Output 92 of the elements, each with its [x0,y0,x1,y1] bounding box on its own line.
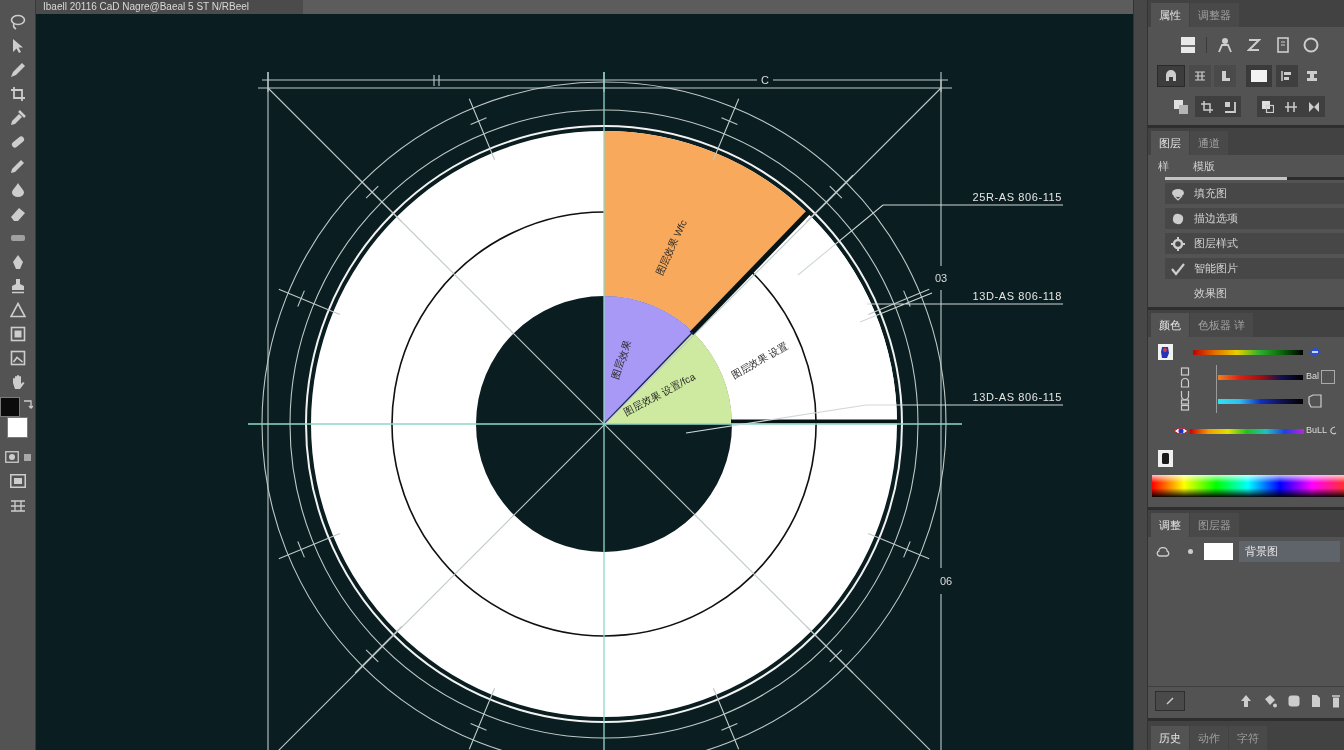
corner-icon[interactable] [1223,100,1236,113]
dot-icon[interactable] [1188,549,1193,554]
color-ramp[interactable] [1218,398,1303,404]
square-frame-icon[interactable] [9,326,26,342]
eye-icon[interactable] [1173,426,1189,436]
swatch-frame-icon[interactable] [1158,449,1173,467]
dimension-label: C [761,74,769,86]
zigzag-icon[interactable] [1247,38,1261,52]
square-icon[interactable] [23,453,31,461]
mode-label: 模版 [1193,158,1215,174]
color-ramp[interactable] [1190,428,1304,434]
drop-icon[interactable] [9,182,26,198]
panel-tab[interactable]: 通道 [1190,131,1228,155]
document-icon[interactable] [1277,37,1289,53]
panel-tab[interactable]: 图层 [1151,131,1189,155]
dimension-label: 06 [939,575,953,587]
align-left-button[interactable] [1276,65,1298,87]
color-spectrum[interactable] [1152,475,1344,497]
grid-icon [1194,71,1206,81]
color-ramp[interactable] [1218,374,1303,380]
panel-tab[interactable]: 字符 [1229,726,1267,750]
segment-label: 图层效果 Wfc [653,218,689,278]
style-list-item[interactable]: 填充图 [1165,183,1344,204]
brush-icon[interactable] [9,62,26,78]
grid-button[interactable] [1189,65,1211,87]
triangle-icon[interactable] [9,302,26,318]
rounded-square-icon[interactable] [1288,694,1300,707]
flip-icon[interactable] [1307,100,1320,113]
page-icon[interactable] [1311,693,1321,708]
arch-button[interactable] [1157,65,1185,87]
image-frame-icon[interactable] [9,350,26,366]
ellipse-icon [1171,186,1185,201]
tag-icon[interactable] [1308,394,1322,408]
square-button[interactable] [1246,65,1272,87]
panel-tab[interactable]: 动作 [1190,726,1228,750]
panel-tab[interactable]: 色板器 详 [1190,313,1254,337]
grid-icon[interactable] [10,500,25,512]
stamp-icon[interactable] [9,278,26,294]
compass-icon[interactable] [1217,37,1233,53]
style-list-item[interactable]: 描边选项 [1165,208,1344,229]
eyedropper-icon[interactable] [9,110,26,126]
swap-arrow-icon[interactable] [23,399,33,409]
crop-marks-icon[interactable] [1200,100,1213,113]
channel-readout: Bal [1306,370,1319,384]
arc-icon[interactable] [1329,426,1338,436]
blob-icon [1171,211,1185,226]
crop-icon[interactable] [9,86,26,102]
align-left-icon [1281,70,1293,82]
opacity-slider[interactable] [1165,177,1344,180]
filter-label: 样 [1158,158,1169,174]
foreground-color-swatch[interactable] [0,397,20,417]
distribute-icon [1307,71,1317,81]
thumbnail-icon[interactable] [1158,344,1173,360]
panel-tab[interactable]: 颜色 [1151,313,1189,337]
split-icon[interactable] [1285,100,1297,113]
trash-icon[interactable] [1332,693,1340,708]
square-icon [1251,70,1267,82]
layout-icon[interactable] [1180,36,1196,54]
document-tab[interactable]: Ibaell 20116 CaD Nagre@Baeal 5 ST N/RBeel [36,0,303,14]
diamond-icon[interactable] [1308,346,1322,358]
color-ramp[interactable] [1193,349,1303,355]
crosshair-icon [1171,236,1185,251]
step-button[interactable] [1214,65,1236,87]
overlap-icon[interactable] [1262,100,1275,113]
circle-icon[interactable] [1303,37,1319,53]
up-arrow-icon[interactable] [1240,693,1252,708]
panel-tab[interactable]: 历史 [1151,726,1189,750]
style-list-item[interactable]: 智能图片 [1165,258,1344,279]
arch-icon [1165,70,1177,82]
background-color-swatch[interactable] [7,417,28,438]
screen-mode-icon[interactable] [9,474,26,488]
value-field[interactable] [1321,370,1335,384]
check-icon [1171,261,1185,276]
stack-icon[interactable] [1173,98,1189,115]
layer-name[interactable]: 背景图 [1239,541,1340,562]
spectrum-readout: BuLL [1306,424,1328,438]
effects-button[interactable] [1155,690,1185,711]
callout-label: 25R-AS 806-115 [972,191,1062,203]
panel-tab[interactable]: 属性 [1151,3,1189,27]
mask-icon[interactable] [4,451,19,463]
style-list-item[interactable]: 图层样式 [1165,233,1344,254]
step-icon [1219,70,1231,82]
pencil-icon[interactable] [9,158,26,174]
panel-tab[interactable]: 图层器 [1190,513,1239,537]
cloud-icon[interactable] [1156,546,1170,557]
lasso-icon[interactable] [9,14,26,30]
stacked-shapes-icon[interactable] [1180,367,1190,411]
slash-icon [1166,696,1174,705]
panel-tab[interactable]: 调整 [1151,513,1189,537]
layer-thumbnail [1204,543,1233,560]
eraser-icon[interactable] [9,206,26,222]
panel-tab[interactable]: 调整器 [1190,3,1239,27]
